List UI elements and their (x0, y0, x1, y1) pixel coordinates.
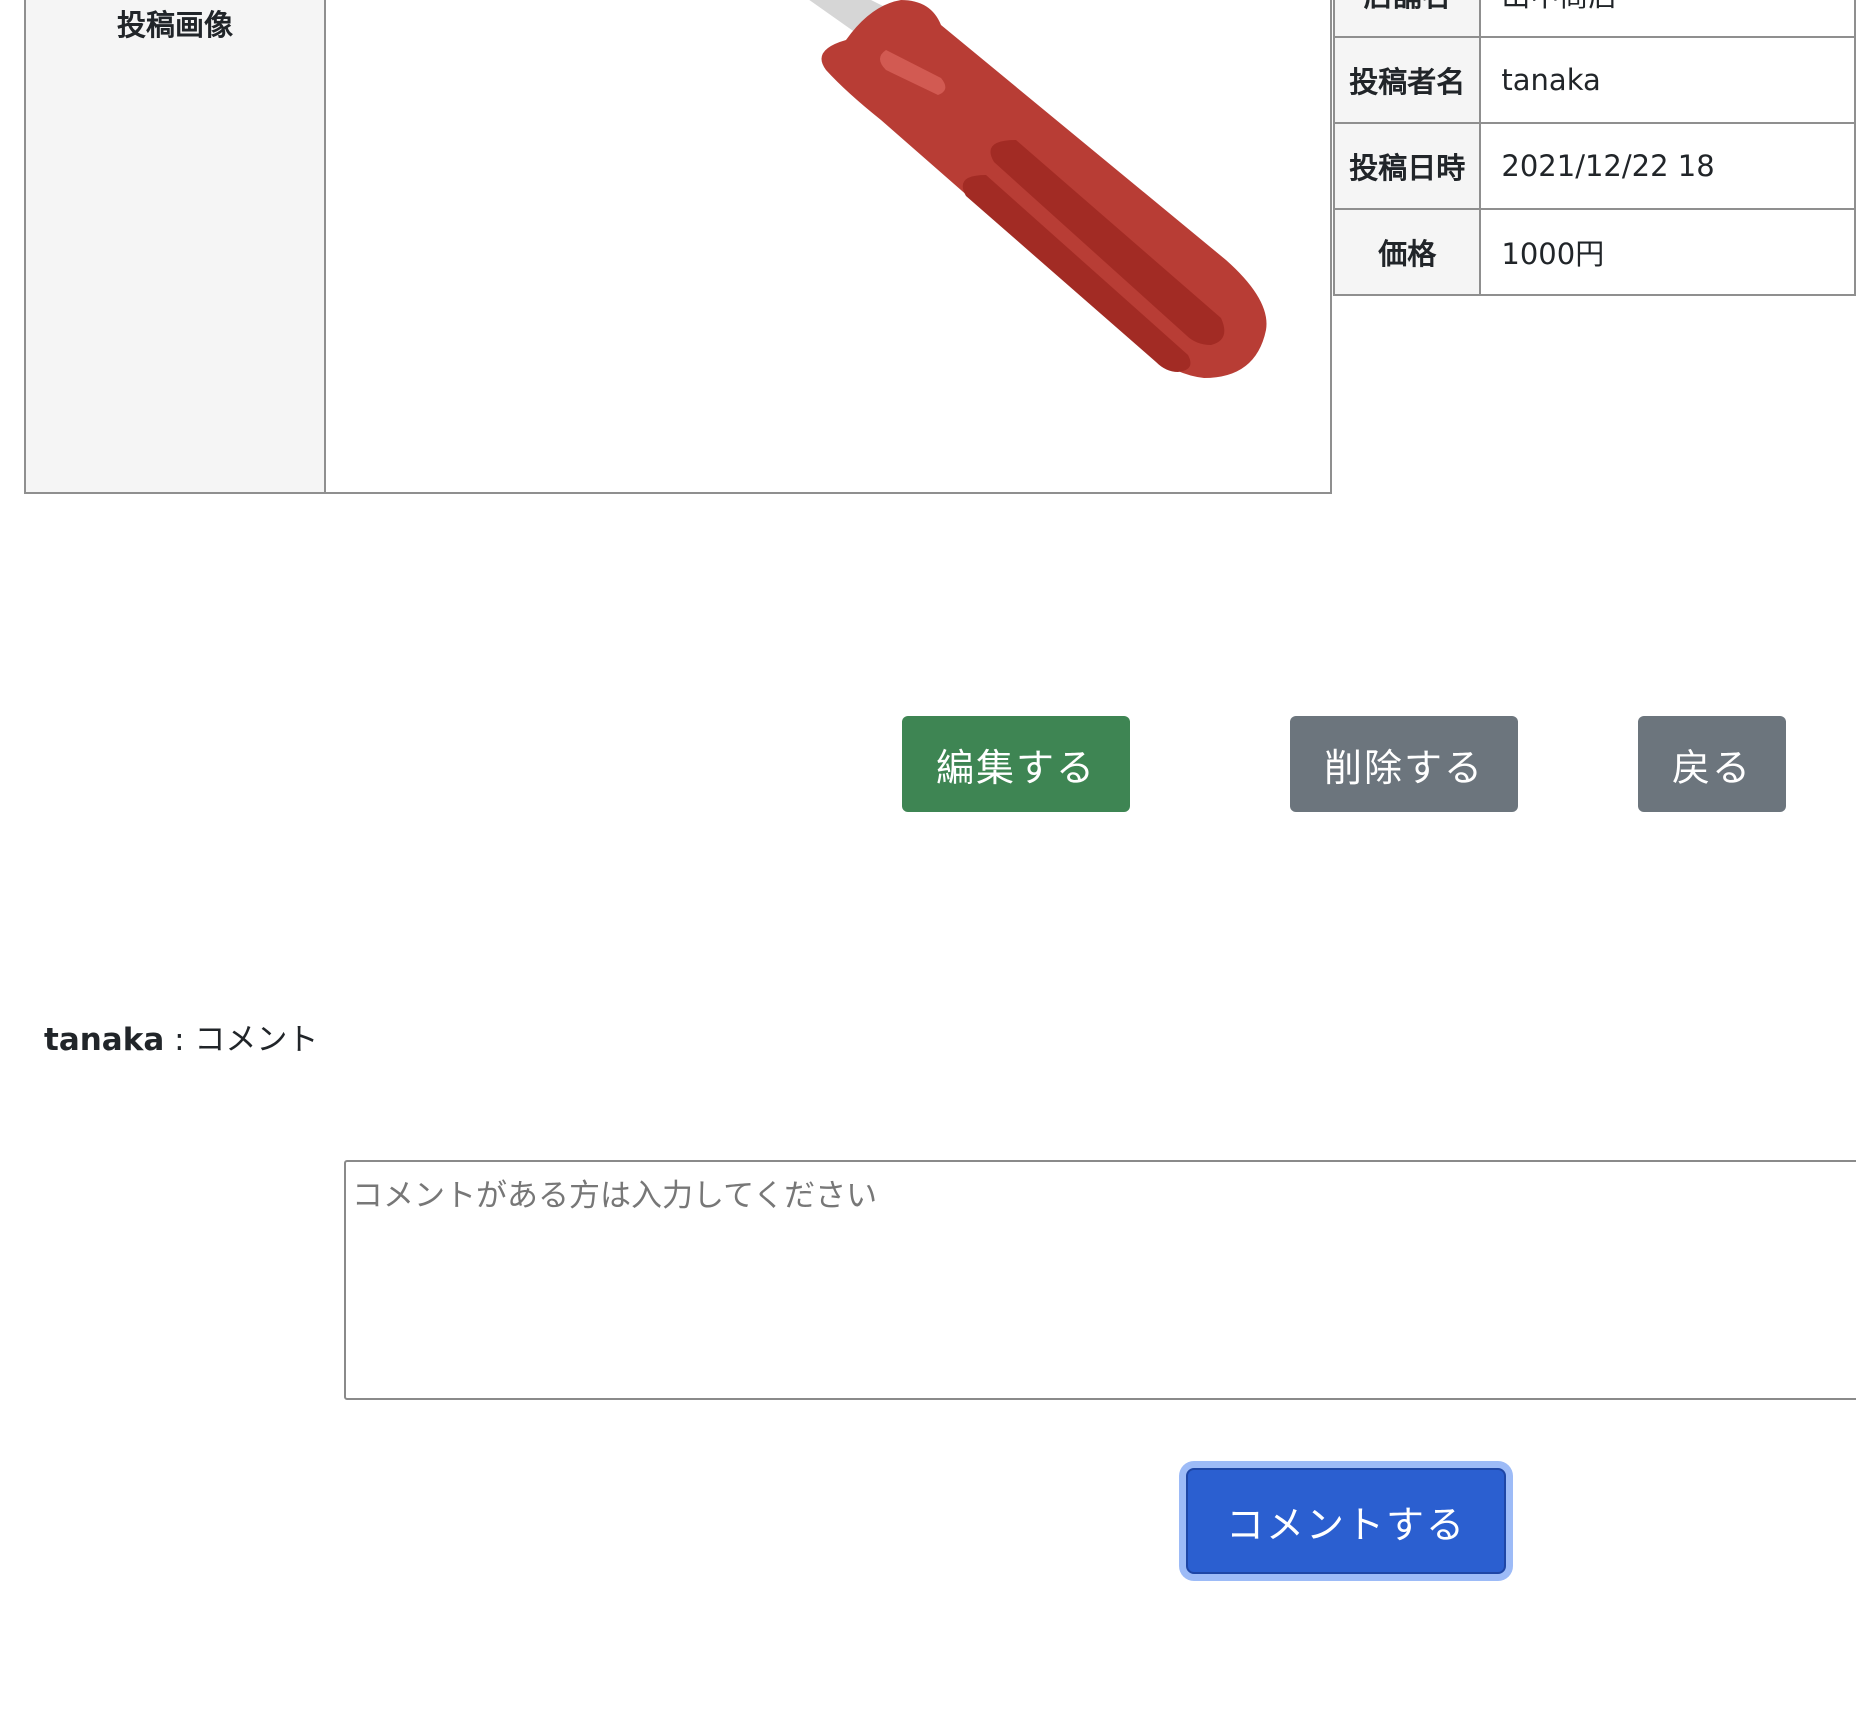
post-image-table: 投稿画像 (24, 0, 1332, 494)
post-image-header: 投稿画像 (26, 0, 326, 492)
shop-name-label: 店舗名 (1332, 0, 1482, 38)
table-row: 投稿日時 2021/12/22 18 (1332, 122, 1856, 210)
comment-author: tanaka (44, 1022, 165, 1058)
post-image-cell (326, 0, 1330, 492)
table-row: 価格 1000円 (1332, 208, 1856, 296)
table-row: 投稿者名 tanaka (1332, 36, 1856, 124)
post-date-label: 投稿日時 (1332, 122, 1482, 210)
delete-button[interactable]: 削除する (1290, 716, 1518, 812)
post-date-value: 2021/12/22 18 (1479, 122, 1856, 210)
screwdriver-image (809, 0, 1267, 378)
price-value: 1000円 (1479, 208, 1856, 296)
edit-button[interactable]: 編集する (902, 716, 1130, 812)
poster-name-label: 投稿者名 (1332, 36, 1482, 124)
comment-item: tanaka : コメント (44, 1014, 318, 1059)
comment-input[interactable] (344, 1160, 1856, 1400)
back-button[interactable]: 戻る (1638, 716, 1786, 812)
poster-name-value: tanaka (1479, 36, 1856, 124)
comment-separator: : (164, 1022, 195, 1058)
table-row: 店舗名 山中商店 (1332, 0, 1856, 38)
price-label: 価格 (1332, 208, 1482, 296)
submit-comment-button[interactable]: コメントする (1186, 1468, 1506, 1574)
shop-name-value: 山中商店 (1479, 0, 1856, 38)
post-info-table: 店舗名 山中商店 投稿者名 tanaka 投稿日時 2021/12/22 18 … (1332, 0, 1856, 296)
comment-text: コメント (194, 1022, 319, 1058)
